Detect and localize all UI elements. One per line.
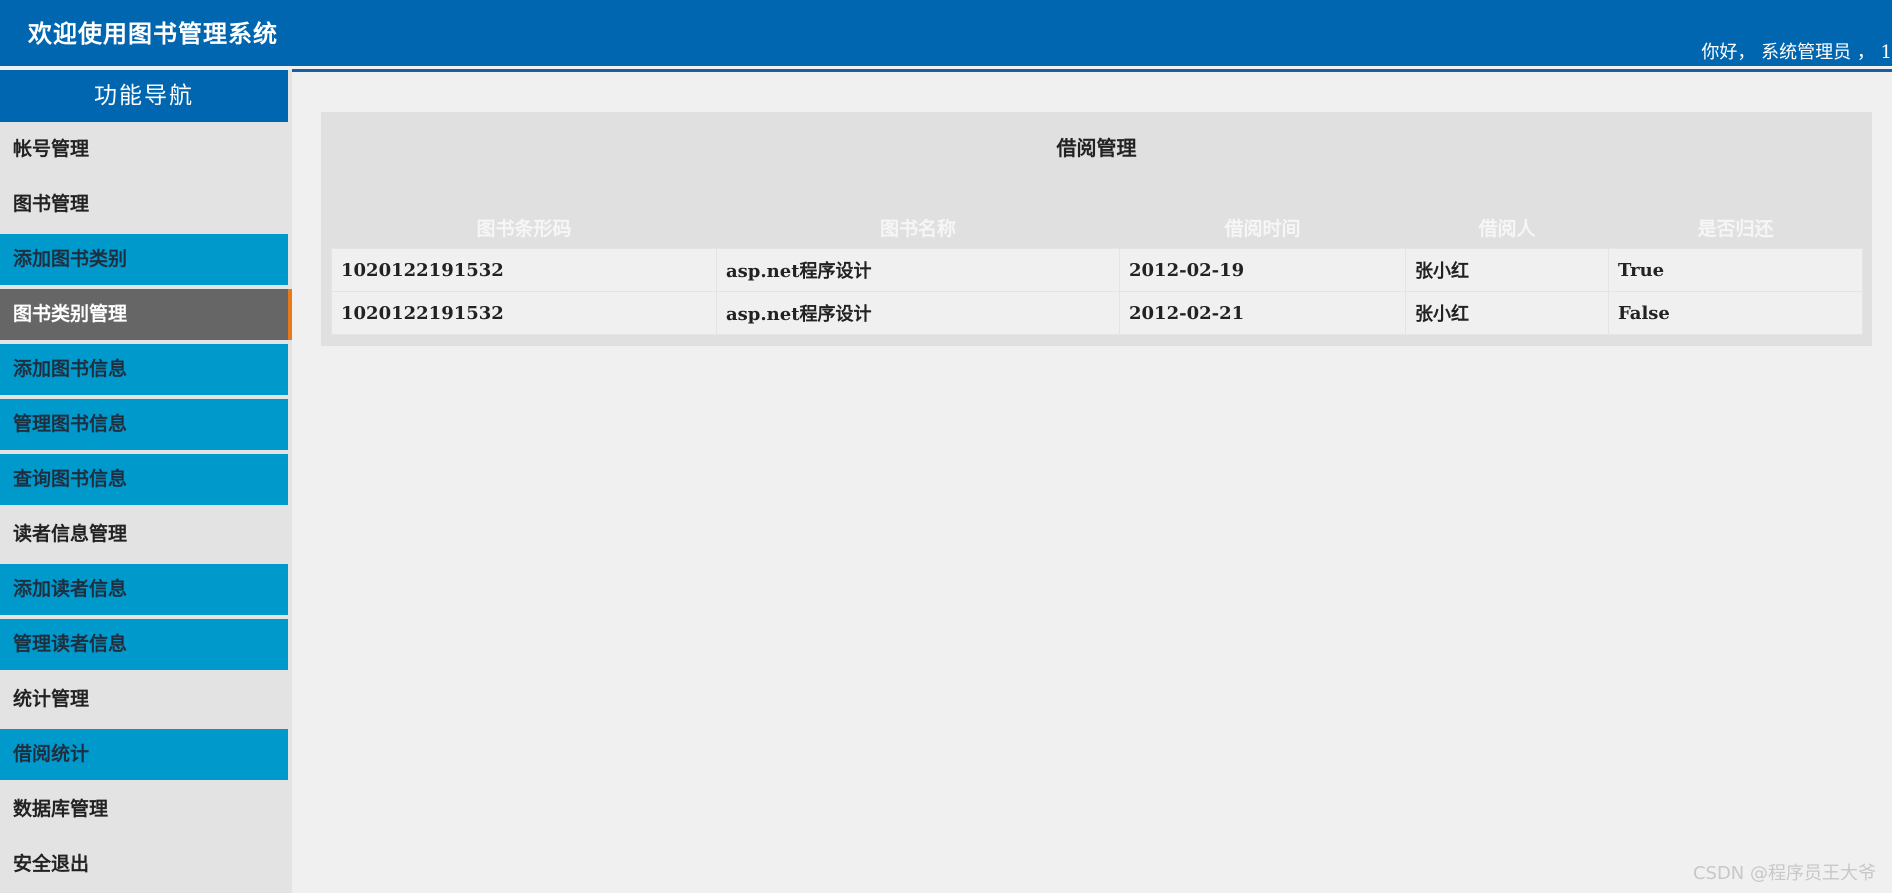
cell-book-name: asp.net程序设计 xyxy=(716,248,1120,292)
column-header-borrower[interactable]: 借阅人 xyxy=(1406,206,1609,249)
app-title: 欢迎使用图书管理系统 xyxy=(28,19,278,48)
sidebar-item-logout[interactable]: 安全退出 xyxy=(0,839,288,890)
sidebar-item-add-reader-info[interactable]: 添加读者信息 xyxy=(0,564,288,615)
cell-borrower: 张小红 xyxy=(1405,248,1609,292)
column-header-borrow-time[interactable]: 借阅时间 xyxy=(1120,206,1406,249)
cell-barcode: 1020122191532 xyxy=(331,291,717,335)
sidebar-title: 功能导航 xyxy=(0,70,288,122)
cell-barcode: 1020122191532 xyxy=(331,248,717,292)
header-divider xyxy=(292,69,1892,72)
sidebar: 功能导航 帐号管理 图书管理 添加图书类别 图书类别管理 添加图书信息 管理图书… xyxy=(0,70,292,893)
sidebar-item-manage-reader-info[interactable]: 管理读者信息 xyxy=(0,619,288,670)
watermark: CSDN @程序员王大爷 xyxy=(1692,863,1876,884)
column-header-returned[interactable]: 是否归还 xyxy=(1609,206,1863,249)
sidebar-item-borrow-statistics[interactable]: 借阅统计 xyxy=(0,729,288,780)
user-greeting: 你好， 系统管理员 ， 1 xyxy=(1701,42,1892,63)
cell-returned: False xyxy=(1608,291,1863,335)
borrow-table: 图书条形码 图书名称 借阅时间 借阅人 是否归还 1020122191532 a… xyxy=(331,206,1863,335)
sidebar-item-reader-management[interactable]: 读者信息管理 xyxy=(0,509,288,560)
cell-borrow-time: 2012-02-21 xyxy=(1119,291,1406,335)
cell-book-name: asp.net程序设计 xyxy=(716,291,1120,335)
sidebar-item-book-management[interactable]: 图书管理 xyxy=(0,179,288,230)
sidebar-item-add-book-info[interactable]: 添加图书信息 xyxy=(0,344,288,395)
column-header-barcode[interactable]: 图书条形码 xyxy=(332,206,717,249)
borrow-management-panel: 借阅管理 图书条形码 图书名称 借阅时间 借阅人 是否归还 1020122191… xyxy=(321,112,1872,346)
table-row: 1020122191532 asp.net程序设计 2012-02-19 张小红… xyxy=(331,248,1863,292)
sidebar-item-statistics-management[interactable]: 统计管理 xyxy=(0,674,288,725)
panel-title: 借阅管理 xyxy=(1056,136,1137,160)
sidebar-item-add-book-category[interactable]: 添加图书类别 xyxy=(0,234,288,285)
sidebar-item-manage-book-info[interactable]: 管理图书信息 xyxy=(0,399,288,450)
column-header-book-name[interactable]: 图书名称 xyxy=(717,206,1120,249)
sidebar-item-account-management[interactable]: 帐号管理 xyxy=(0,124,288,175)
sidebar-item-book-category-management[interactable]: 图书类别管理 xyxy=(0,289,292,340)
cell-borrower: 张小红 xyxy=(1405,291,1609,335)
sidebar-item-database-management[interactable]: 数据库管理 xyxy=(0,784,288,835)
sidebar-item-query-book-info[interactable]: 查询图书信息 xyxy=(0,454,288,505)
table-header-row: 图书条形码 图书名称 借阅时间 借阅人 是否归还 xyxy=(332,206,1863,249)
cell-borrow-time: 2012-02-19 xyxy=(1119,248,1406,292)
cell-returned: True xyxy=(1608,248,1863,292)
table-row: 1020122191532 asp.net程序设计 2012-02-21 张小红… xyxy=(331,291,1863,335)
app-header: 欢迎使用图书管理系统 你好， 系统管理员 ， 1 xyxy=(0,0,1892,66)
